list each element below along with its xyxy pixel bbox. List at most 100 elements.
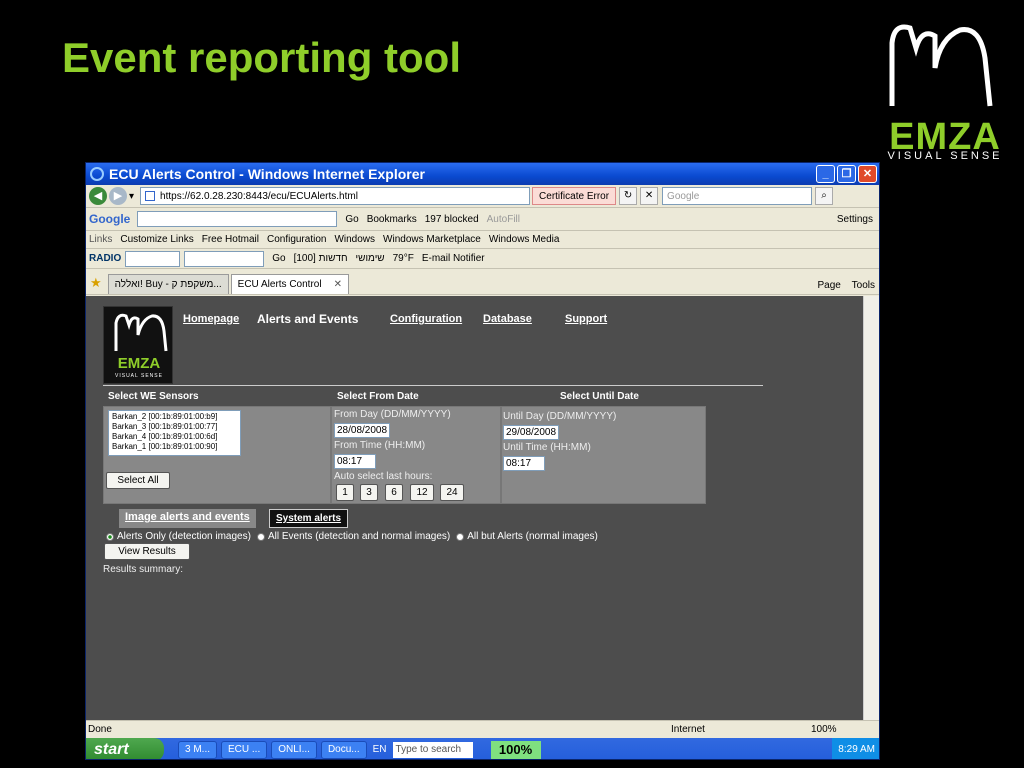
tab-ecu-alerts[interactable]: ECU Alerts Control ✕ (230, 274, 349, 294)
page-logo: EMZA VISUAL SENSE (103, 306, 173, 384)
nav-database[interactable]: Database (483, 313, 532, 325)
radio-alerts-only[interactable] (106, 532, 114, 541)
popup-blocked[interactable]: 197 blocked (425, 214, 479, 225)
certificate-error-button[interactable]: Certificate Error (532, 187, 617, 205)
task-online[interactable]: ONLI... (271, 740, 317, 759)
until-time-input[interactable]: 08:17 (503, 456, 545, 471)
until-header: Select Until Date (560, 391, 639, 402)
back-button[interactable]: ◀ (89, 187, 107, 205)
task-ecu[interactable]: ECU ... (221, 740, 268, 759)
search-icon[interactable]: ⌕ (815, 187, 834, 205)
browser-window: ECU Alerts Control - Windows Internet Ex… (85, 162, 880, 760)
nav-support[interactable]: Support (565, 313, 607, 325)
language-indicator[interactable]: EN (373, 744, 387, 755)
until-panel: Until Day (DD/MM/YYYY) 29/08/2008 Until … (501, 406, 706, 504)
list-item[interactable]: Barkan_3 [00:1b:89:01:00:77] (112, 422, 237, 432)
auto-1h-button[interactable]: 1 (336, 484, 354, 501)
forward-button[interactable]: ▶ (109, 187, 127, 205)
task-document[interactable]: Docu... (320, 740, 367, 759)
maximize-button[interactable]: ❐ (837, 165, 856, 183)
radio-search-input[interactable] (184, 250, 265, 267)
google-toolbar: Google Go Bookmarks 197 blocked AutoFill… (86, 208, 879, 231)
slide-title: Event reporting tool (62, 34, 461, 81)
google-go-button[interactable]: Go (345, 214, 358, 225)
radio-alerts-only-label: Alerts Only (detection images) (117, 531, 251, 542)
radio-select[interactable] (125, 250, 181, 267)
until-day-input[interactable]: 29/08/2008 (503, 425, 559, 440)
weather-temp[interactable]: 79°F (393, 253, 414, 264)
radio-all-but-alerts[interactable] (456, 532, 465, 541)
page-logo-sub: VISUAL SENSE (115, 373, 163, 379)
nav-configuration[interactable]: Configuration (390, 313, 462, 325)
select-all-button[interactable]: Select All (106, 472, 170, 489)
email-notifier-button[interactable]: E-mail Notifier (422, 253, 485, 264)
link-customize[interactable]: Customize Links (120, 234, 193, 245)
radio-brand: RADIO (89, 253, 122, 264)
radio-go-button[interactable]: Go (272, 253, 285, 264)
google-brand: Google (89, 212, 131, 226)
page-logo-word: EMZA (117, 355, 161, 372)
refresh-icon[interactable]: ↻ (619, 187, 638, 205)
nav-current: Alerts and Events (257, 312, 359, 326)
window-title: ECU Alerts Control - Windows Internet Ex… (109, 166, 425, 182)
from-day-label: From Day (DD/MM/YYYY) (334, 409, 451, 420)
address-url: https://62.0.28.230:8443/ecu/ECUAlerts.h… (160, 190, 358, 202)
view-results-button[interactable]: View Results (104, 543, 190, 560)
auto-24h-button[interactable]: 24 (440, 484, 464, 501)
autofill-button[interactable]: AutoFill (487, 214, 520, 225)
from-time-label: From Time (HH:MM) (334, 440, 426, 451)
useful-button[interactable]: שימושי (356, 253, 385, 264)
vertical-scrollbar[interactable] (863, 296, 879, 720)
page-content: EMZA VISUAL SENSE Homepage Alerts and Ev… (86, 296, 864, 720)
tab-system-alerts[interactable]: System alerts (269, 509, 349, 528)
taskbar-zoom[interactable]: 100% (490, 740, 541, 759)
list-item[interactable]: Barkan_4 [00:1b:89:01:00:6d] (112, 432, 237, 442)
address-input[interactable]: https://62.0.28.230:8443/ecu/ECUAlerts.h… (140, 187, 531, 205)
settings-button[interactable]: Settings (837, 214, 873, 225)
taskbar-search-input[interactable]: Type to search (392, 741, 473, 758)
status-zoom[interactable]: 100% (811, 724, 879, 735)
search-input[interactable]: Google (662, 187, 813, 205)
chevron-down-icon[interactable]: ▾ (129, 191, 134, 202)
brand-subtitle: VISUAL SENSE (887, 150, 1003, 162)
close-button[interactable]: ✕ (858, 165, 877, 183)
start-button[interactable]: start (86, 738, 164, 759)
links-toolbar: Links Customize Links Free Hotmail Confi… (86, 231, 879, 249)
tools-menu[interactable]: Tools (852, 280, 875, 291)
event-type-radios: Alerts Only (detection images) All Event… (106, 531, 598, 542)
system-tray: 8:29 AM (832, 738, 879, 759)
news-button[interactable]: חדשות [100] (294, 253, 348, 264)
stop-icon[interactable]: ✕ (640, 187, 659, 205)
favorites-star-icon[interactable]: ★ (90, 275, 102, 291)
radio-all-events[interactable] (256, 532, 265, 541)
tab-image-alerts[interactable]: Image alerts and events (119, 509, 256, 528)
link-marketplace[interactable]: Windows Marketplace (383, 234, 481, 245)
link-configuration[interactable]: Configuration (267, 234, 326, 245)
page-menu[interactable]: Page (818, 280, 841, 291)
minimize-button[interactable]: _ (816, 165, 835, 183)
list-item[interactable]: Barkan_1 [00:1b:89:01:00:90] (112, 442, 237, 452)
sensor-listbox[interactable]: Barkan_2 [00:1b:89:01:00:b9] Barkan_3 [0… (108, 410, 241, 456)
list-item[interactable]: Barkan_2 [00:1b:89:01:00:b9] (112, 412, 237, 422)
tab-walla[interactable]: ואללה! Buy - משקפת ק... (107, 274, 229, 294)
from-day-input[interactable]: 28/08/2008 (334, 423, 390, 438)
status-text: Done (88, 724, 112, 735)
auto-3h-button[interactable]: 3 (360, 484, 378, 501)
tab-close-icon[interactable]: ✕ (334, 279, 342, 290)
auto-12h-button[interactable]: 12 (410, 484, 434, 501)
auto-6h-button[interactable]: 6 (385, 484, 403, 501)
link-hotmail[interactable]: Free Hotmail (202, 234, 259, 245)
emza-mark-icon (114, 313, 168, 352)
clock: 8:29 AM (838, 744, 875, 755)
status-zone: Internet (671, 724, 705, 735)
google-search-input[interactable] (137, 211, 338, 227)
link-media[interactable]: Windows Media (489, 234, 560, 245)
bookmarks-button[interactable]: Bookmarks (367, 214, 417, 225)
window-titlebar[interactable]: ECU Alerts Control - Windows Internet Ex… (86, 163, 879, 185)
nav-homepage[interactable]: Homepage (183, 313, 239, 325)
task-mail[interactable]: 3 M... (178, 740, 218, 759)
until-day-label: Until Day (DD/MM/YYYY) (503, 411, 617, 422)
divider (103, 385, 763, 386)
link-windows[interactable]: Windows (334, 234, 375, 245)
from-time-input[interactable]: 08:17 (334, 454, 376, 469)
